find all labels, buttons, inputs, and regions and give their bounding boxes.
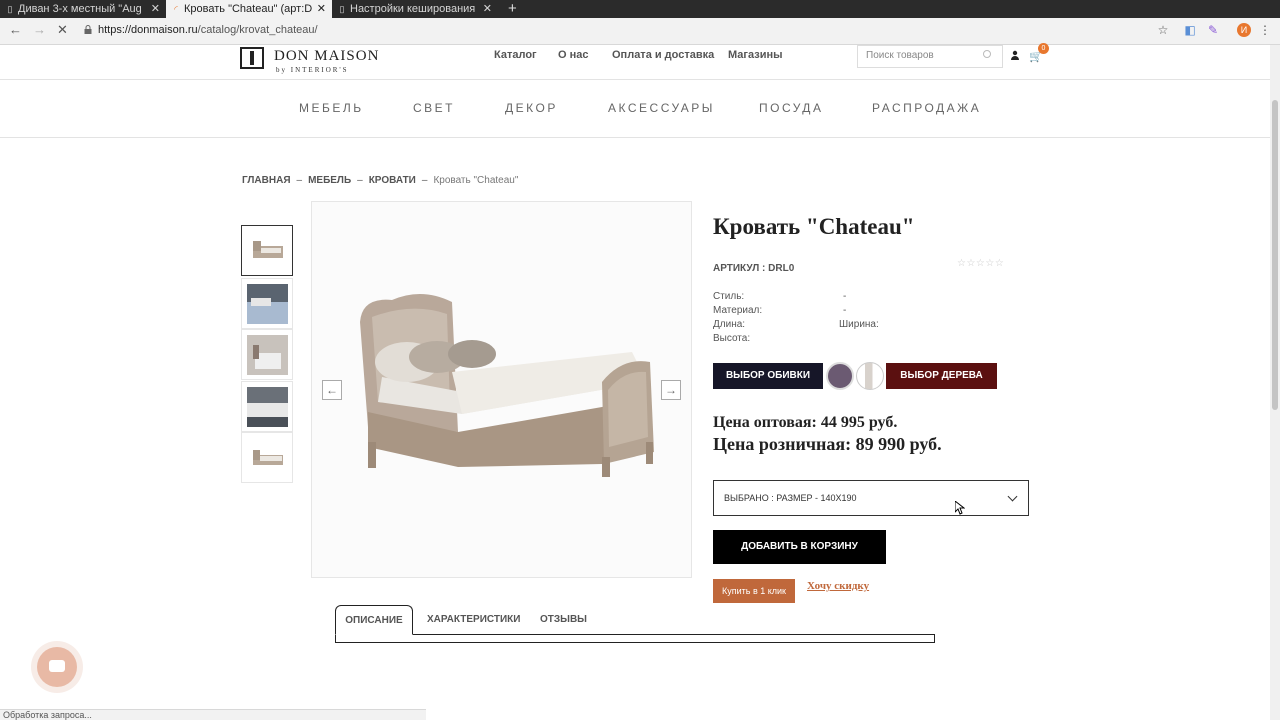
spec-style-label: Стиль: bbox=[713, 291, 745, 302]
spec-height-label: Высота: bbox=[713, 333, 751, 344]
category-tableware[interactable]: ПОСУДА bbox=[759, 101, 823, 115]
want-discount-link[interactable]: Хочу скидку bbox=[807, 580, 869, 592]
mouse-cursor-icon bbox=[955, 501, 965, 515]
upholstery-select-button[interactable]: ВЫБОР ОБИВКИ bbox=[713, 363, 823, 389]
wood-select-button[interactable]: ВЫБОР ДЕРЕВА bbox=[886, 363, 997, 389]
wholesale-price: Цена оптовая: 44 995 руб. bbox=[713, 414, 898, 431]
fabric-swatch[interactable] bbox=[826, 362, 854, 390]
scrollbar-thumb[interactable] bbox=[1272, 100, 1278, 410]
close-tab-icon[interactable]: ✕ bbox=[151, 0, 160, 18]
thumbnail-5[interactable] bbox=[241, 432, 293, 483]
user-icon[interactable] bbox=[1011, 50, 1019, 60]
browser-status-bar: Обработка запроса... bbox=[0, 709, 426, 720]
spec-material-value: - bbox=[843, 305, 847, 316]
thumbnail-1[interactable] bbox=[241, 225, 293, 276]
bookmark-star-icon[interactable]: ☆ bbox=[1156, 23, 1170, 37]
search-icon[interactable] bbox=[983, 50, 991, 58]
size-select[interactable]: ВЫБРАНО : РАЗМЕР - 140Х190 bbox=[713, 480, 1029, 516]
spec-width-label: Ширина: bbox=[839, 319, 879, 330]
prev-image-arrow-icon[interactable]: ← bbox=[322, 380, 342, 400]
main-product-image: ← → bbox=[311, 201, 692, 578]
product-title: Кровать "Chateau" bbox=[713, 214, 915, 239]
extension-icon[interactable]: ◧ bbox=[1183, 23, 1197, 37]
extension-pen-icon[interactable]: ✎ bbox=[1206, 23, 1220, 37]
next-image-arrow-icon[interactable]: → bbox=[661, 380, 681, 400]
size-select-value: ВЫБРАНО : РАЗМЕР - 140Х190 bbox=[724, 493, 857, 503]
menu-icon[interactable]: ⋮ bbox=[1258, 23, 1272, 37]
bedroom-thumbnail-image bbox=[247, 284, 288, 324]
tab-title: Настройки кеширования bbox=[350, 3, 476, 15]
tab-specifications[interactable]: ХАРАКТЕРИСТИКИ bbox=[427, 605, 520, 635]
chat-widget-button[interactable] bbox=[37, 647, 77, 687]
close-tab-icon[interactable]: ✕ bbox=[317, 0, 326, 18]
category-lighting[interactable]: СВЕТ bbox=[413, 101, 455, 115]
thumbnail-2[interactable] bbox=[241, 278, 293, 329]
rating-stars-icon[interactable]: ☆☆☆☆☆ bbox=[957, 258, 1004, 269]
spec-style-value: - bbox=[843, 291, 847, 302]
browser-tab-active[interactable]: ◜ Кровать "Chateau" (арт:D ✕ bbox=[166, 0, 332, 18]
nav-catalog[interactable]: Каталог bbox=[494, 49, 537, 61]
logo-mark-icon bbox=[240, 47, 264, 69]
retail-price: Цена розничная: 89 990 руб. bbox=[713, 434, 942, 454]
lock-icon bbox=[84, 25, 92, 34]
back-icon[interactable]: ← bbox=[9, 22, 22, 37]
chat-icon bbox=[49, 660, 65, 672]
search-input[interactable]: Поиск товаров bbox=[857, 45, 1003, 68]
category-accessories[interactable]: АКСЕССУАРЫ bbox=[608, 101, 715, 115]
tab-description[interactable]: ОПИСАНИЕ bbox=[335, 605, 413, 635]
one-click-buy-button[interactable]: Купить в 1 клик bbox=[713, 579, 795, 603]
nav-payment-delivery[interactable]: Оплата и доставка bbox=[612, 49, 714, 61]
category-nav: МЕБЕЛЬ СВЕТ ДЕКОР АКСЕССУАРЫ ПОСУДА РАСП… bbox=[0, 80, 1270, 138]
tab-reviews[interactable]: ОТЗЫВЫ bbox=[540, 605, 587, 635]
category-furniture[interactable]: МЕБЕЛЬ bbox=[299, 101, 364, 115]
thumbnail-4[interactable] bbox=[241, 381, 293, 432]
fabric-swatch[interactable] bbox=[856, 362, 884, 390]
site-favicon-icon: ▯ bbox=[339, 4, 345, 14]
profile-avatar[interactable]: И bbox=[1237, 23, 1251, 37]
bedroom-thumbnail-image bbox=[247, 335, 288, 375]
stop-loading-icon[interactable]: ✕ bbox=[57, 22, 68, 38]
product-sku: АРТИКУЛ : DRL0 bbox=[713, 263, 795, 274]
add-to-cart-button[interactable]: ДОБАВИТЬ В КОРЗИНУ bbox=[713, 530, 886, 564]
breadcrumb-furniture[interactable]: МЕБЕЛЬ bbox=[308, 175, 351, 186]
category-sale[interactable]: РАСПРОДАЖА bbox=[872, 101, 981, 115]
breadcrumb-current: Кровать "Chateau" bbox=[433, 175, 519, 186]
nav-stores[interactable]: Магазины bbox=[728, 49, 783, 61]
logo[interactable]: DON MAISON by INTERIOR'S bbox=[240, 47, 380, 74]
browser-tab[interactable]: ▯ Настройки кеширования ✕ bbox=[332, 0, 498, 18]
site-header: DON MAISON by INTERIOR'S Каталог О нас О… bbox=[0, 43, 1270, 80]
cart-count-badge: 0 bbox=[1038, 43, 1049, 54]
chevron-down-icon bbox=[1007, 491, 1018, 502]
breadcrumb-beds[interactable]: КРОВАТИ bbox=[369, 175, 416, 186]
site-favicon-icon: ▯ bbox=[7, 4, 13, 14]
url-field[interactable]: https://donmaison.ru/catalog/krovat_chat… bbox=[98, 24, 318, 36]
bed-image bbox=[312, 202, 691, 577]
spec-length-label: Длина: bbox=[713, 319, 746, 330]
nav-about[interactable]: О нас bbox=[558, 49, 589, 61]
bed-thumbnail-image bbox=[253, 241, 283, 258]
close-tab-icon[interactable]: ✕ bbox=[483, 0, 492, 18]
logo-title: DON MAISON bbox=[274, 48, 380, 64]
category-decor[interactable]: ДЕКОР bbox=[505, 101, 558, 115]
tab-title: Диван 3-х местный "Aug bbox=[18, 3, 142, 15]
logo-subtitle: by INTERIOR'S bbox=[276, 66, 349, 74]
thumbnail-3[interactable] bbox=[241, 329, 293, 380]
tab-title: Кровать "Chateau" (арт:D bbox=[184, 3, 313, 15]
page-scrollbar[interactable] bbox=[1270, 45, 1280, 720]
address-bar: ← → ✕ https://donmaison.ru/catalog/krova… bbox=[0, 18, 1280, 45]
breadcrumb: ГЛАВНАЯ – МЕБЕЛЬ – КРОВАТИ – Кровать "Chateau" bbox=[242, 175, 519, 186]
forward-icon[interactable]: → bbox=[33, 22, 46, 37]
spec-material-label: Материал: bbox=[713, 305, 763, 316]
loading-icon: ◜ bbox=[174, 4, 178, 14]
new-tab-icon[interactable]: + bbox=[498, 0, 527, 18]
bedroom-thumbnail-image bbox=[247, 387, 288, 427]
browser-tab-bar: ▯ Диван 3-х местный "Aug ✕ ◜ Кровать "Ch… bbox=[0, 0, 1280, 18]
bed-thumbnail-image bbox=[253, 450, 283, 465]
breadcrumb-home[interactable]: ГЛАВНАЯ bbox=[242, 175, 291, 186]
browser-tab[interactable]: ▯ Диван 3-х местный "Aug ✕ bbox=[0, 0, 166, 18]
tab-content-box bbox=[335, 634, 935, 643]
